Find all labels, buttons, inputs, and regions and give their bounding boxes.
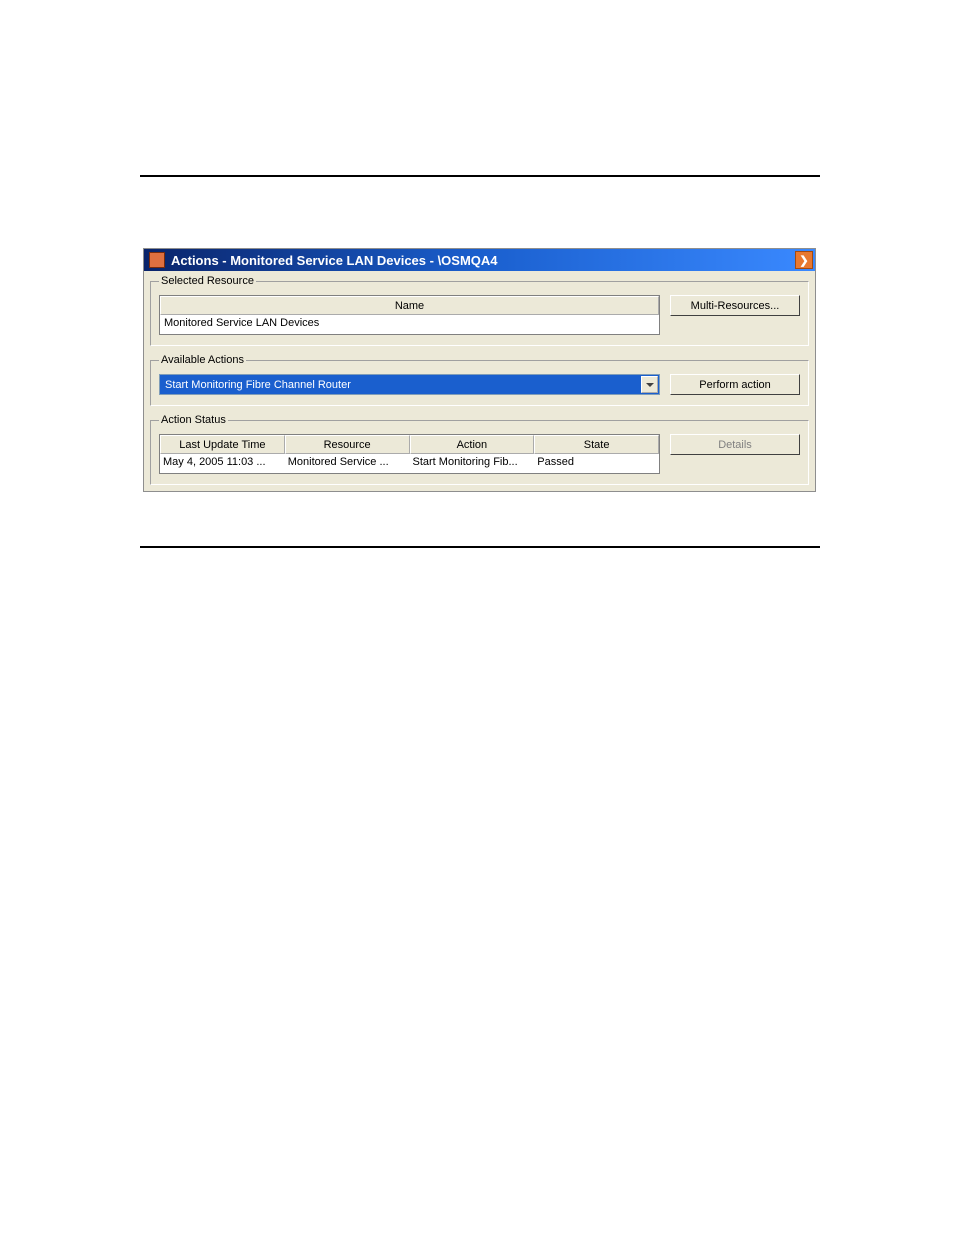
cell-resource: Monitored Service ... <box>285 454 410 473</box>
details-button: Details <box>670 434 800 455</box>
dropdown-arrow-button[interactable] <box>641 376 658 393</box>
perform-action-button[interactable]: Perform action <box>670 374 800 395</box>
app-icon <box>149 252 165 268</box>
available-actions-legend: Available Actions <box>159 354 246 366</box>
table-row[interactable]: May 4, 2005 11:03 ... Monitored Service … <box>160 454 659 473</box>
multi-resources-button[interactable]: Multi-Resources... <box>670 295 800 316</box>
divider-bottom <box>140 546 820 548</box>
name-column-header[interactable]: Name <box>160 296 659 315</box>
action-status-fieldset: Action Status Last Update Time Resource … <box>150 414 809 485</box>
available-actions-fieldset: Available Actions Start Monitoring Fibre… <box>150 354 809 406</box>
selected-resource-row: Name Monitored Service LAN Devices Multi… <box>159 295 800 335</box>
status-table: Last Update Time Resource Action State M… <box>159 434 660 474</box>
close-icon: ❯ <box>799 254 808 267</box>
name-box: Name Monitored Service LAN Devices <box>159 295 660 335</box>
header-time[interactable]: Last Update Time <box>160 435 285 454</box>
titlebar-left: Actions - Monitored Service LAN Devices … <box>149 252 498 268</box>
action-dropdown[interactable]: Start Monitoring Fibre Channel Router <box>159 374 660 395</box>
cell-time: May 4, 2005 11:03 ... <box>160 454 285 473</box>
status-content: Last Update Time Resource Action State M… <box>159 434 800 474</box>
dropdown-row: Start Monitoring Fibre Channel Router Pe… <box>159 374 800 395</box>
window-title: Actions - Monitored Service LAN Devices … <box>171 253 498 268</box>
status-headers: Last Update Time Resource Action State <box>160 435 659 454</box>
window-content: Selected Resource Name Monitored Service… <box>144 271 815 491</box>
selected-resource-fieldset: Selected Resource Name Monitored Service… <box>150 275 809 346</box>
resource-name-value[interactable]: Monitored Service LAN Devices <box>160 315 659 334</box>
cell-state: Passed <box>534 454 659 473</box>
divider-top <box>140 175 820 177</box>
header-resource[interactable]: Resource <box>285 435 410 454</box>
actions-window: Actions - Monitored Service LAN Devices … <box>143 248 816 492</box>
cell-action: Start Monitoring Fib... <box>410 454 535 473</box>
header-action[interactable]: Action <box>410 435 535 454</box>
titlebar: Actions - Monitored Service LAN Devices … <box>144 249 815 271</box>
chevron-down-icon <box>646 383 654 387</box>
action-status-legend: Action Status <box>159 414 228 426</box>
close-button[interactable]: ❯ <box>795 251 813 269</box>
dropdown-selected-value: Start Monitoring Fibre Channel Router <box>165 379 351 391</box>
header-state[interactable]: State <box>534 435 659 454</box>
selected-resource-legend: Selected Resource <box>159 275 256 287</box>
